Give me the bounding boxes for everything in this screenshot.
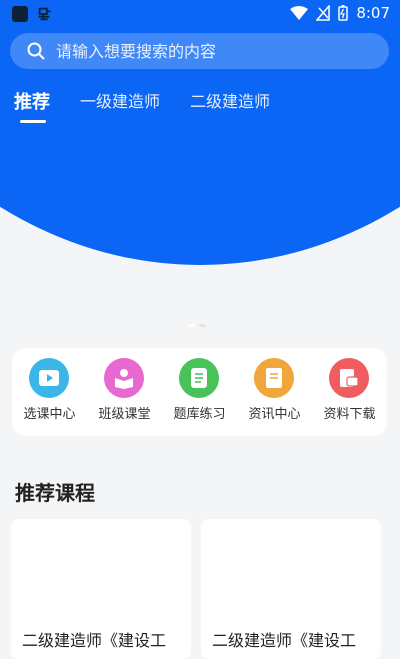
status-time: 8:07: [356, 4, 390, 22]
quick-label: 班级课堂: [98, 407, 151, 422]
search-input[interactable]: [54, 40, 358, 62]
course-card[interactable]: 二级建造师《建设工: [201, 519, 381, 659]
book-icon: [254, 358, 295, 398]
section-title: 推荐课程: [15, 481, 95, 505]
battery-icon: [338, 5, 349, 21]
quick-material-download[interactable]: 资料下载: [323, 358, 376, 422]
quick-question-bank[interactable]: 题库练习: [173, 358, 226, 422]
search-icon: [27, 42, 45, 60]
course-card[interactable]: 二级建造师《建设工: [11, 519, 191, 659]
quick-entry-panel: 选课中心 班级课堂 题库练习 资讯中心 资料下载: [12, 348, 387, 436]
signal-icon: [316, 5, 331, 21]
quick-label: 选课中心: [23, 407, 76, 422]
bug-icon: [38, 7, 51, 21]
quick-news-center[interactable]: 资讯中心: [248, 358, 301, 422]
banner-dot[interactable]: [188, 324, 195, 327]
banner-dot[interactable]: [199, 324, 206, 327]
tab-second-class-constructor[interactable]: 二级建造师: [190, 88, 270, 114]
app-notification-icon: [12, 6, 28, 22]
category-tabs: 推荐 一级建造师 二级建造师: [14, 88, 270, 123]
tab-first-class-constructor[interactable]: 一级建造师: [80, 88, 160, 114]
quick-class-room[interactable]: 班级课堂: [98, 358, 151, 422]
quick-label: 资讯中心: [248, 407, 301, 422]
banner-pagination: [188, 324, 206, 327]
video-play-icon: [29, 358, 70, 398]
quick-label: 题库练习: [173, 407, 226, 422]
scroll-doc-icon: [179, 358, 220, 398]
quick-label: 资料下载: [323, 407, 376, 422]
status-bar: 8:07: [0, 0, 400, 28]
file-download-icon: [329, 358, 370, 398]
tab-recommend[interactable]: 推荐: [14, 88, 50, 123]
reading-person-icon: [104, 358, 145, 398]
course-title: 二级建造师《建设工: [22, 631, 167, 650]
search-bar[interactable]: [10, 33, 389, 69]
wifi-icon: [290, 6, 309, 20]
course-title: 二级建造师《建设工: [212, 631, 357, 650]
quick-course-center[interactable]: 选课中心: [23, 358, 76, 422]
